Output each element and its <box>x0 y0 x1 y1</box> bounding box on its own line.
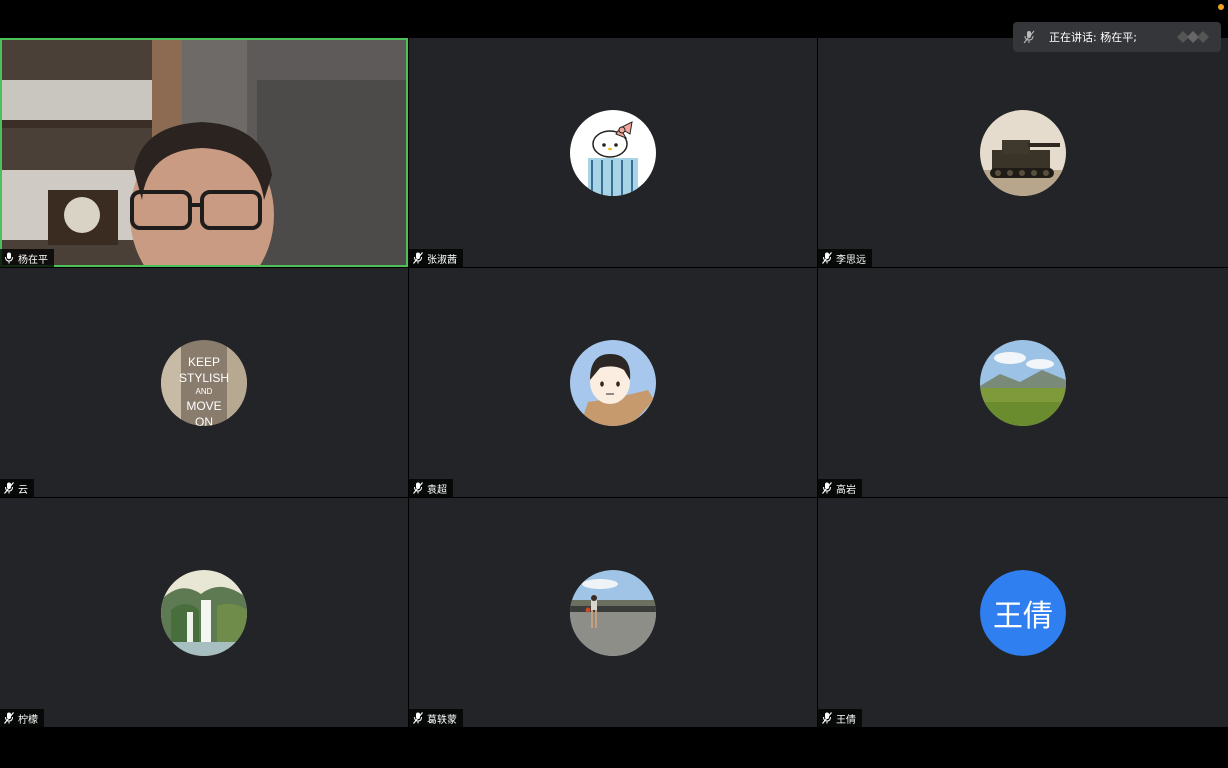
participant-name: 高岩 <box>836 484 856 496</box>
mic-muted-icon <box>413 252 423 264</box>
participant-name: 杨在平 <box>18 254 48 266</box>
participant-avatar <box>161 569 247 656</box>
participant-tile[interactable]: KEEP STYLISH AND MOVE ON 云 <box>0 268 408 497</box>
participant-nametag: 李思远 <box>818 249 872 267</box>
participant-tile[interactable]: 杨在平 <box>0 38 408 267</box>
active-speaker-banner: 正在讲话: 杨在平; <box>1013 22 1221 52</box>
mic-muted-icon <box>413 482 423 494</box>
mic-muted-icon <box>4 712 14 724</box>
participant-nametag: 杨在平 <box>0 249 54 267</box>
keep-stylish-image: KEEP STYLISH AND MOVE ON <box>161 339 247 426</box>
tank-image <box>980 109 1066 196</box>
participant-name: 袁超 <box>427 484 447 496</box>
waterfall-image <box>161 569 247 656</box>
participant-name: 李思远 <box>836 254 866 266</box>
active-speaker-label: 正在讲话: 杨在平; <box>1049 31 1137 44</box>
avatar-text-line: ON <box>195 415 213 426</box>
participant-tile[interactable]: 李思远 <box>818 38 1228 267</box>
video-grid: 杨在平 张淑茜 李思远 KEEP STYLISH AND MOVE ON 云 袁… <box>0 38 1228 729</box>
participant-avatar <box>980 339 1066 426</box>
participant-nametag: 王倩 <box>818 709 862 727</box>
mic-muted-icon <box>413 712 423 724</box>
avatar-text-line: STYLISH <box>179 371 229 385</box>
participant-name: 葛轶蒙 <box>427 714 457 726</box>
mic-muted-icon <box>4 482 14 494</box>
hello-kitty-image <box>570 109 656 196</box>
mic-muted-icon <box>1023 30 1035 44</box>
participant-avatar <box>570 569 656 656</box>
participant-avatar <box>570 109 656 196</box>
cartoon-boy-image <box>570 339 656 426</box>
participant-avatar <box>570 339 656 426</box>
participant-name: 张淑茜 <box>427 254 457 266</box>
participant-avatar: 王倩 <box>980 569 1066 656</box>
participant-nametag: 葛轶蒙 <box>409 709 463 727</box>
participant-name: 柠檬 <box>18 714 38 726</box>
avatar-initials: 王倩 <box>980 569 1066 656</box>
participant-nametag: 云 <box>0 479 34 497</box>
participant-nametag: 柠檬 <box>0 709 44 727</box>
participant-tile[interactable]: 柠檬 <box>0 498 408 727</box>
mic-muted-icon <box>822 482 832 494</box>
participant-tile[interactable]: 王倩 王倩 <box>818 498 1228 727</box>
gallery-view-icon[interactable] <box>1175 29 1213 45</box>
mic-icon <box>5 252 13 264</box>
avatar-text-line: AND <box>196 387 213 396</box>
participant-name: 云 <box>18 484 28 496</box>
mic-muted-icon <box>822 712 832 724</box>
mic-muted-icon <box>822 252 832 264</box>
participant-tile[interactable]: 高岩 <box>818 268 1228 497</box>
participant-tile[interactable]: 葛轶蒙 <box>409 498 817 727</box>
participant-video <box>2 40 406 265</box>
participant-tile[interactable]: 张淑茜 <box>409 38 817 267</box>
person-road-image <box>570 569 656 656</box>
participant-avatar <box>980 109 1066 196</box>
landscape-image <box>980 339 1066 426</box>
recording-indicator <box>1218 4 1224 10</box>
avatar-text-line: KEEP <box>188 355 220 369</box>
participant-avatar: KEEP STYLISH AND MOVE ON <box>161 339 247 426</box>
participant-nametag: 袁超 <box>409 479 453 497</box>
participant-nametag: 高岩 <box>818 479 862 497</box>
participant-nametag: 张淑茜 <box>409 249 463 267</box>
participant-tile[interactable]: 袁超 <box>409 268 817 497</box>
avatar-text-line: MOVE <box>186 399 221 413</box>
participant-name: 王倩 <box>836 714 856 726</box>
